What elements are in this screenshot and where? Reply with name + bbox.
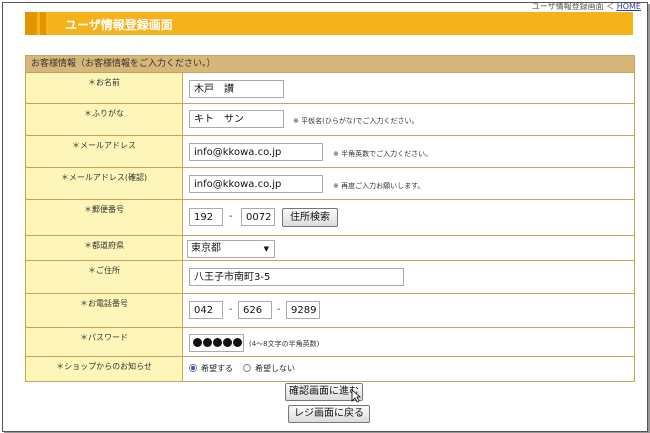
postal-dash: - xyxy=(229,211,233,222)
kana-input[interactable]: キト サン xyxy=(189,110,284,128)
prefecture-selected-value: 東京都 xyxy=(191,243,221,254)
dropdown-arrow-icon: ▼ xyxy=(263,245,269,253)
breadcrumb-home-link[interactable]: HOME xyxy=(617,3,641,11)
prefecture-label: ＊都道府県 xyxy=(26,236,183,260)
row-phone: ＊お電話番号 042 - 626 - 9289 xyxy=(26,293,634,327)
email-confirm-input[interactable]: info@kkowa.co.jp xyxy=(189,175,323,193)
phone-input-2[interactable]: 626 xyxy=(238,301,272,319)
phone-dash-2: - xyxy=(277,304,281,315)
kana-label: ＊ふりがな xyxy=(26,104,183,135)
postal-label: ＊郵便番号 xyxy=(26,200,183,235)
newsletter-yes-label: 希望する xyxy=(201,364,233,373)
window-frame: ユーザ情報登録画面 ＜ HOME ユーザ情報登録画面 お客様情報（お客様情報をご… xyxy=(2,2,648,432)
banner-accent-bar-small xyxy=(40,12,46,35)
newsletter-label: ＊ショップからのお知らせ xyxy=(26,357,183,381)
title-banner: ユーザ情報登録画面 xyxy=(25,12,633,35)
name-label: ＊お名前 xyxy=(26,73,183,103)
email-confirm-label: ＊メールアドレス(確認) xyxy=(26,168,183,199)
row-kana: ＊ふりがな キト サン ※ 平仮名(ひらがな)でご入力ください。 xyxy=(26,103,634,135)
row-address: ＊ご住所 八王子市南町3-5 xyxy=(26,260,634,293)
mouse-cursor-icon xyxy=(351,389,361,403)
customer-info-form: お客様情報（お客様情報をご入力ください。） ＊お名前 木戸 讃 ＊ふりがな キト… xyxy=(25,55,635,382)
phone-label: ＊お電話番号 xyxy=(26,294,183,327)
password-note: (4～8文字の半角英数) xyxy=(249,340,320,348)
postal-code-input-2[interactable]: 0072 xyxy=(241,208,275,226)
phone-dash-1: - xyxy=(229,304,233,315)
address-search-button[interactable]: 住所検索 xyxy=(282,208,338,227)
back-to-register-button[interactable]: レジ画面に戻る xyxy=(288,405,370,423)
kana-note: ※ 平仮名(ひらがな)でご入力ください。 xyxy=(293,117,419,125)
password-label: ＊パスワード xyxy=(26,328,183,356)
phone-input-3[interactable]: 9289 xyxy=(286,301,320,319)
password-input[interactable] xyxy=(189,334,244,352)
breadcrumb-text: ユーザ情報登録画面 ＜ xyxy=(531,2,617,11)
section-title: お客様情報（お客様情報をご入力ください。） xyxy=(26,56,634,72)
newsletter-yes-radio[interactable] xyxy=(189,364,197,372)
address-label: ＊ご住所 xyxy=(26,261,183,293)
postal-code-input-1[interactable]: 192 xyxy=(189,208,223,226)
email-input[interactable]: info@kkowa.co.jp xyxy=(189,143,323,161)
row-name: ＊お名前 木戸 讃 xyxy=(26,72,634,103)
row-password: ＊パスワード (4～8文字の半角英数) xyxy=(26,327,634,356)
name-input[interactable]: 木戸 讃 xyxy=(189,80,284,98)
prefecture-select[interactable]: 東京都 ▼ xyxy=(187,240,275,258)
banner-accent-bar xyxy=(25,12,37,35)
newsletter-no-radio[interactable] xyxy=(243,364,251,372)
password-mask xyxy=(193,338,242,347)
row-newsletter: ＊ショップからのお知らせ 希望する 希望しない xyxy=(26,356,634,381)
page-title: ユーザ情報登録画面 xyxy=(65,18,173,32)
address-input[interactable]: 八王子市南町3-5 xyxy=(189,268,404,286)
row-email-confirm: ＊メールアドレス(確認) info@kkowa.co.jp ※ 再度ご入力お願い… xyxy=(26,167,634,199)
row-prefecture: ＊都道府県 東京都 ▼ xyxy=(26,235,634,260)
email-label: ＊メールアドレス xyxy=(26,136,183,167)
row-postal: ＊郵便番号 192 - 0072 住所検索 xyxy=(26,199,634,235)
email-note: ※ 半角英数でご入力ください。 xyxy=(333,150,433,158)
phone-input-1[interactable]: 042 xyxy=(189,301,223,319)
newsletter-no-label: 希望しない xyxy=(255,364,295,373)
email-confirm-note: ※ 再度ご入力お願いします。 xyxy=(333,182,425,190)
row-email: ＊メールアドレス info@kkowa.co.jp ※ 半角英数でご入力ください… xyxy=(26,135,634,167)
breadcrumb: ユーザ情報登録画面 ＜ HOME xyxy=(531,2,641,12)
